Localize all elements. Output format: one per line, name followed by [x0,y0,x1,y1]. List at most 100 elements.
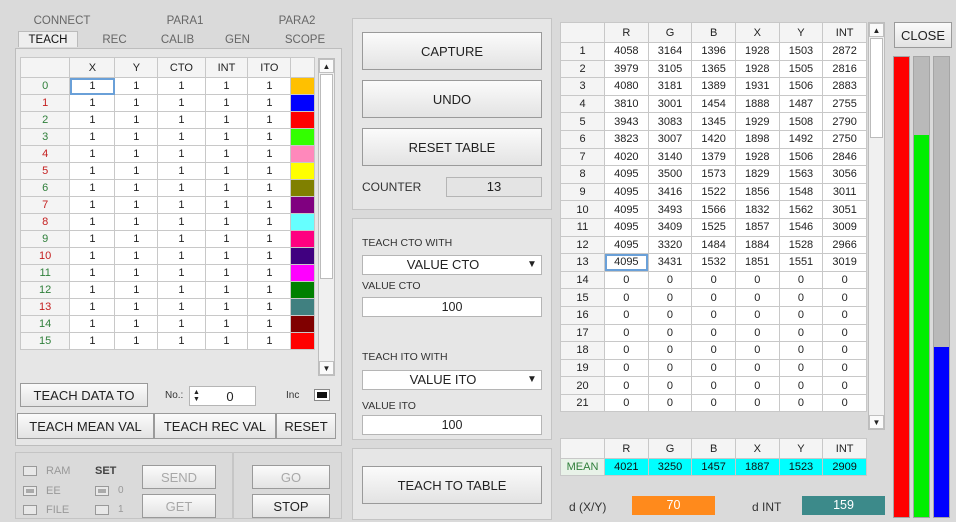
tab-rec[interactable]: REC [92,32,137,48]
reset-button[interactable]: RESET [276,413,336,439]
row-number[interactable]: 5 [19,162,71,180]
table-cell[interactable]: 0 [734,270,780,290]
table-cell[interactable]: 0 [778,376,824,395]
table-cell[interactable]: 1365 [691,59,736,79]
table-cell[interactable]: 1573 [691,165,736,184]
table-cell[interactable]: 1 [157,298,206,316]
table-cell[interactable]: 1 [247,128,292,146]
table-cell[interactable]: 1 [69,213,116,231]
close-button[interactable]: CLOSE [894,22,952,48]
table-row[interactable]: 8 4095 3500 1573 1829 1563 3056 [560,165,867,184]
table-cell[interactable]: 0 [604,393,649,413]
table-cell[interactable]: 1 [114,315,159,333]
table-cell[interactable]: 4080 [604,77,649,96]
ito-select[interactable]: VALUE ITO ▼ [362,370,542,390]
table-cell[interactable]: 1 [247,247,292,265]
table-cell[interactable]: 1 [69,298,116,316]
table-cell[interactable]: 1508 [778,112,824,131]
table-cell[interactable]: 0 [647,358,693,378]
table-cell[interactable]: 1548 [778,182,824,202]
file-checkbox[interactable] [23,505,37,515]
table-cell[interactable]: 1 [247,77,292,95]
table-cell[interactable]: 1 [204,281,249,299]
table-cell[interactable]: 0 [647,305,693,325]
table-cell[interactable]: 2790 [822,112,867,131]
table-cell[interactable]: 1 [247,196,292,214]
table-cell[interactable]: 3181 [647,77,693,96]
table-cell[interactable]: 1503 [778,42,824,61]
table-cell[interactable]: 0 [778,358,824,378]
color-swatch[interactable] [290,281,315,299]
table-cell[interactable]: 0 [604,270,649,290]
table-cell[interactable]: 1 [114,264,159,282]
table-row[interactable]: 911111 [19,230,315,248]
row-number[interactable]: 17 [560,323,605,343]
table-cell[interactable]: 0 [647,270,693,290]
table-cell[interactable]: 0 [647,288,693,307]
row-number[interactable]: 11 [560,217,605,237]
row-number[interactable]: 14 [19,315,71,333]
table-cell[interactable]: 1 [157,247,206,265]
row-number[interactable]: 14 [560,270,605,290]
table-cell[interactable]: 1 [247,315,292,333]
color-swatch[interactable] [290,77,315,95]
table-cell[interactable]: 4095 [604,235,649,255]
table-cell[interactable]: 1 [69,94,116,112]
table-row[interactable]: 311111 [19,128,315,146]
table-cell[interactable]: 1528 [778,235,824,255]
table-cell[interactable]: 1 [247,332,292,350]
row-number[interactable]: 13 [19,298,71,316]
scroll-down-icon[interactable]: ▼ [319,361,334,375]
table-row[interactable]: 17 0 0 0 0 0 0 [560,323,867,343]
row-number[interactable]: 1 [560,42,605,61]
table-cell[interactable]: 1 [204,111,249,129]
table-cell[interactable]: 1 [114,247,159,265]
ee-checkbox[interactable] [23,486,37,496]
row-number[interactable]: 7 [19,196,71,214]
table-cell[interactable]: 4095 [604,165,649,184]
row-number[interactable]: 6 [560,129,605,149]
rec-scrollbar[interactable]: ▲ ▼ [868,22,885,430]
table-cell[interactable]: 1 [204,196,249,214]
table-row[interactable]: 10 1 1 1 1 1 [19,247,315,265]
table-cell[interactable]: 4020 [604,147,649,167]
table-row[interactable]: 16 0 0 0 0 0 0 [560,305,867,325]
spinner-arrows-icon[interactable]: ▲ ▼ [192,389,201,403]
table-cell[interactable]: 0 [647,341,693,360]
table-cell[interactable]: 1 [157,128,206,146]
row-number[interactable]: 12 [19,281,71,299]
table-cell[interactable]: 1 [114,179,159,197]
table-cell[interactable]: 0 [822,323,867,343]
table-cell[interactable]: 1 [204,247,249,265]
color-swatch[interactable] [290,264,315,282]
table-cell[interactable]: 1 [247,298,292,316]
table-row[interactable]: 11 1 1 1 1 1 [19,264,315,282]
table-cell[interactable]: 0 [604,376,649,395]
row-number[interactable]: 15 [19,332,71,350]
table-cell[interactable]: 4058 [604,42,649,61]
table-cell[interactable]: 1420 [691,129,736,149]
table-cell[interactable]: 3823 [604,129,649,149]
row-number[interactable]: 13 [560,253,605,272]
table-cell[interactable]: 0 [647,393,693,413]
table-cell[interactable]: 1566 [691,200,736,219]
table-cell[interactable]: 0 [734,323,780,343]
table-cell[interactable]: 0 [647,376,693,395]
table-cell[interactable]: 1 [157,111,206,129]
table-row[interactable]: 15 0 0 0 0 0 0 [560,288,867,307]
table-row[interactable]: 4 3810 3001 1454 1888 1487 2755 [560,94,867,114]
color-swatch[interactable] [290,179,315,197]
table-cell[interactable]: 0 [778,393,824,413]
table-cell[interactable]: 3007 [647,129,693,149]
table-cell[interactable]: 1 [157,162,206,180]
table-cell[interactable]: 0 [778,323,824,343]
table-cell[interactable]: 1 [204,94,249,112]
table-cell[interactable]: 1 [157,94,206,112]
table-cell[interactable]: 0 [734,305,780,325]
teach-rec-val-button[interactable]: TEACH REC VAL [154,413,276,439]
teach-data-to-button[interactable]: TEACH DATA TO [20,383,148,407]
table-row[interactable]: 11 4095 3409 1525 1857 1546 3009 [560,217,867,237]
table-row[interactable]: 13 1 1 1 1 1 [19,298,315,316]
capture-button[interactable]: CAPTURE [362,32,542,70]
table-cell[interactable]: 0 [778,305,824,325]
